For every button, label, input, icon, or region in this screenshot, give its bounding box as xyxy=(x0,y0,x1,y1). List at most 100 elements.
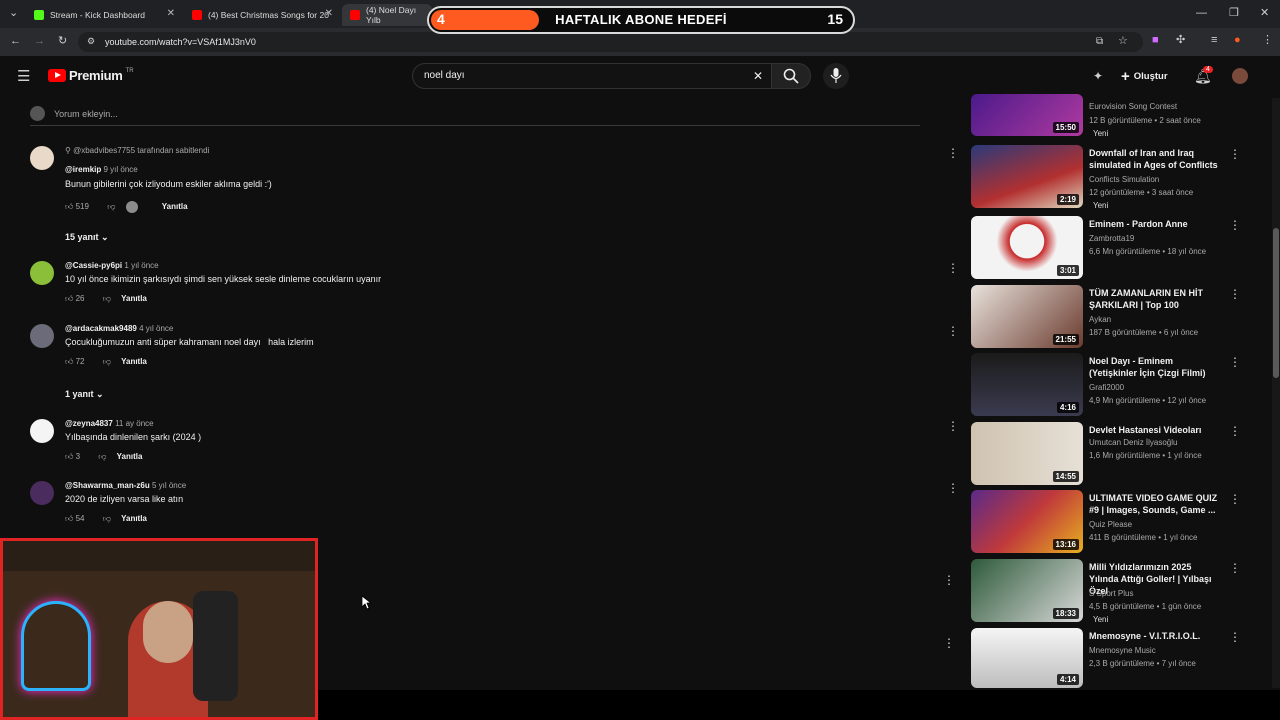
video-card[interactable]: 4:14 Mnemosyne - V.I.T.R.I.O.L. Mnemosyn… xyxy=(971,628,1241,688)
video-thumbnail[interactable]: 4:16 xyxy=(971,353,1083,416)
video-channel[interactable]: Zambrotta19 xyxy=(1089,234,1134,243)
like-button[interactable]: 👍︎ 26 xyxy=(65,294,93,303)
extension-icon[interactable]: ■ xyxy=(1152,35,1159,46)
video-channel[interactable]: Grafi2000 xyxy=(1089,383,1124,392)
tab-christmas[interactable]: (4) Best Christmas Songs for 20 ✕ xyxy=(184,4,339,26)
comment-menu-icon[interactable]: ⋮ xyxy=(943,574,955,586)
video-channel[interactable]: Conflicts Simulation xyxy=(1089,175,1159,184)
video-card[interactable]: 18:33 Milli Yıldızlarımızın 2025 Yılında… xyxy=(971,559,1241,624)
dislike-button[interactable]: 👎︎ xyxy=(103,294,111,303)
video-card[interactable]: 14:55 Devlet Hastanesi Videoları Umutcan… xyxy=(971,422,1241,486)
comment-time[interactable]: 9 yıl önce xyxy=(104,165,138,174)
media-icon[interactable]: ≡ xyxy=(1211,35,1217,46)
comment-menu-icon[interactable]: ⋮ xyxy=(947,146,959,160)
video-menu-icon[interactable]: ⋮ xyxy=(1229,492,1241,506)
comment-time[interactable]: 4 yıl önce xyxy=(139,324,173,333)
search-input[interactable]: noel dayı ✕ xyxy=(412,63,772,89)
replies-toggle[interactable]: 1 yanıt ⌄ xyxy=(65,389,104,400)
minimize-icon[interactable]: — xyxy=(1196,8,1207,19)
video-thumbnail[interactable]: 14:55 xyxy=(971,422,1083,485)
video-menu-icon[interactable]: ⋮ xyxy=(1229,287,1241,301)
dislike-button[interactable]: 👎︎ xyxy=(107,202,115,211)
scrollbar-thumb[interactable] xyxy=(1273,228,1279,378)
like-button[interactable]: 👍︎ 3 xyxy=(65,452,88,461)
profile-icon[interactable]: ● xyxy=(1234,35,1241,46)
video-title[interactable]: Downfall of Iran and Iraq simulated in A… xyxy=(1089,147,1219,171)
reply-button[interactable]: Yanıtla xyxy=(162,202,188,211)
back-icon[interactable]: ← xyxy=(10,36,21,47)
add-comment-input[interactable]: Yorum ekleyin... xyxy=(54,109,118,119)
video-title[interactable]: TÜM ZAMANLARIN EN HİT ŞARKILARI | Top 10… xyxy=(1089,287,1219,311)
comment-menu-icon[interactable]: ⋮ xyxy=(947,261,959,275)
video-menu-icon[interactable]: ⋮ xyxy=(1229,355,1241,369)
site-info-icon[interactable]: ⚙ xyxy=(87,37,95,46)
video-card[interactable]: 3:01 Eminem - Pardon Anne Zambrotta19 6,… xyxy=(971,216,1241,280)
video-card[interactable]: 15:50 Eurovision Song Contest 12 B görün… xyxy=(971,94,1231,138)
dislike-button[interactable]: 👎︎ xyxy=(103,357,111,366)
comment-author[interactable]: @ardacakmak9489 xyxy=(65,324,137,333)
video-title[interactable]: Noel Dayı - Eminem (Yetişkinler İçin Çiz… xyxy=(1089,355,1219,379)
cast-icon[interactable]: ✦ xyxy=(1093,70,1103,82)
install-icon[interactable]: ⧉ xyxy=(1096,37,1103,47)
video-title[interactable]: Mnemosyne - V.I.T.R.I.O.L. xyxy=(1089,630,1219,642)
browser-menu-icon[interactable]: ⋮ xyxy=(1262,35,1273,46)
maximize-icon[interactable]: ❐ xyxy=(1229,8,1239,19)
comment-author[interactable]: @zeyna4837 xyxy=(65,419,113,428)
comment-menu-icon[interactable]: ⋮ xyxy=(947,324,959,338)
video-card[interactable]: 21:55 TÜM ZAMANLARIN EN HİT ŞARKILARI | … xyxy=(971,285,1241,349)
video-channel[interactable]: Mnemosyne Music xyxy=(1089,646,1156,655)
video-channel[interactable]: Aykan xyxy=(1089,315,1111,324)
tab-noel-dayi[interactable]: (4) Noel Dayı Yılb xyxy=(342,4,432,26)
video-menu-icon[interactable]: ⋮ xyxy=(1229,147,1241,161)
video-thumbnail[interactable]: 4:14 xyxy=(971,628,1083,688)
comment-time[interactable]: 1 yıl önce xyxy=(124,261,158,270)
comment-menu-icon[interactable]: ⋮ xyxy=(947,481,959,495)
dislike-button[interactable]: 👎︎ xyxy=(98,452,106,461)
like-button[interactable]: 👍︎ 54 xyxy=(65,514,93,523)
video-channel[interactable]: Umutcan Deniz İlyasoğlu xyxy=(1089,438,1177,447)
page-scrollbar[interactable] xyxy=(1272,98,1280,688)
tab-kick[interactable]: Stream - Kick Dashboard ✕ xyxy=(26,4,181,26)
video-channel[interactable]: S Sport Plus xyxy=(1089,589,1133,598)
comment-time[interactable]: 5 yıl önce xyxy=(152,481,186,490)
video-thumbnail[interactable]: 2:19 xyxy=(971,145,1083,208)
youtube-logo[interactable]: Premium TR xyxy=(48,68,134,83)
reply-button[interactable]: Yanıtla xyxy=(121,357,147,366)
close-icon[interactable]: ✕ xyxy=(167,8,175,19)
video-thumbnail[interactable]: 15:50 xyxy=(971,94,1083,136)
video-title[interactable]: Eminem - Pardon Anne xyxy=(1089,218,1219,230)
video-title[interactable]: ULTIMATE VIDEO GAME QUIZ #9 | Images, So… xyxy=(1089,492,1219,516)
video-menu-icon[interactable]: ⋮ xyxy=(1229,630,1241,644)
video-card[interactable]: 2:19 Downfall of Iran and Iraq simulated… xyxy=(971,145,1241,210)
create-button[interactable]: + Oluştur xyxy=(1121,68,1168,85)
video-card[interactable]: 4:16 Noel Dayı - Eminem (Yetişkinler İçi… xyxy=(971,353,1241,417)
url-field[interactable]: ⚙ youtube.com/watch?v=VSAf1MJ3nV0 ⧉ ☆ xyxy=(78,32,1143,52)
comment-author[interactable]: @Shawarma_man-z6u xyxy=(65,481,150,490)
reply-button[interactable]: Yanıtla xyxy=(121,294,147,303)
dislike-button[interactable]: 👎︎ xyxy=(103,514,111,523)
comment-menu-icon[interactable]: ⋮ xyxy=(943,637,955,649)
video-thumbnail[interactable]: 13:16 xyxy=(971,490,1083,553)
bookmark-star-icon[interactable]: ☆ xyxy=(1118,36,1128,47)
comment-author[interactable]: @iremkip xyxy=(65,165,101,174)
video-card[interactable]: 13:16 ULTIMATE VIDEO GAME QUIZ #9 | Imag… xyxy=(971,490,1241,554)
video-thumbnail[interactable]: 21:55 xyxy=(971,285,1083,348)
close-window-icon[interactable]: ✕ xyxy=(1260,8,1269,19)
reload-icon[interactable]: ↻ xyxy=(58,36,67,47)
video-thumbnail[interactable]: 3:01 xyxy=(971,216,1083,279)
forward-icon[interactable]: → xyxy=(34,36,45,47)
extensions-puzzle-icon[interactable]: ✣ xyxy=(1176,35,1185,46)
replies-toggle[interactable]: 15 yanıt ⌄ xyxy=(65,232,109,243)
video-menu-icon[interactable]: ⋮ xyxy=(1229,561,1241,575)
close-icon[interactable]: ✕ xyxy=(325,8,333,19)
video-channel[interactable]: Quiz Please xyxy=(1089,520,1132,529)
reply-button[interactable]: Yanıtla xyxy=(121,514,147,523)
comment-author[interactable]: @Cassie-py6pi xyxy=(65,261,122,270)
like-button[interactable]: 👍︎ 519 xyxy=(65,202,97,211)
hamburger-menu-icon[interactable]: ☰ xyxy=(17,69,30,84)
account-avatar[interactable] xyxy=(1232,68,1248,84)
comment-menu-icon[interactable]: ⋮ xyxy=(947,419,959,433)
video-title[interactable]: Devlet Hastanesi Videoları xyxy=(1089,424,1219,436)
clear-search-icon[interactable]: ✕ xyxy=(753,70,763,82)
comment-time[interactable]: 11 ay önce xyxy=(115,419,154,428)
